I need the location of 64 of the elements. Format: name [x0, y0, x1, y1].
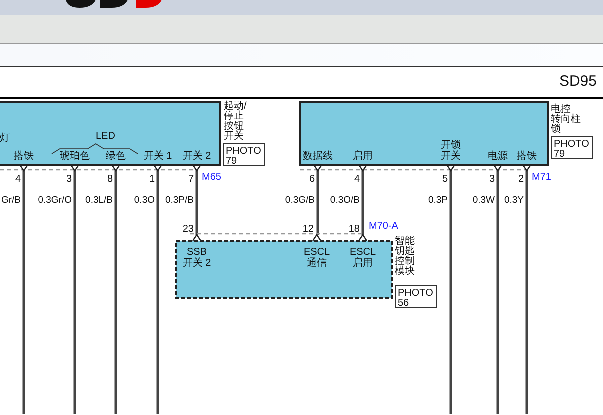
pin-marker: [522, 164, 532, 172]
wire-label: 0.3O: [134, 195, 155, 206]
pin-label: 开锁 开关: [441, 140, 461, 162]
group-label: LED: [96, 131, 116, 142]
pin-marker: [314, 164, 322, 172]
pin-label: ESCL 通信: [304, 247, 330, 269]
pin-label: 电源: [488, 151, 508, 162]
pin-label: 搭铁: [14, 151, 34, 162]
pin-number: 7: [188, 174, 194, 185]
module-name: 电控 转向柱 锁: [551, 104, 581, 135]
pin-marker: [192, 164, 202, 172]
wire-label: 0.3W: [472, 195, 495, 206]
wire-label: 0.3G/B: [285, 195, 315, 206]
pin-marker: [70, 164, 80, 172]
pin-number: 18: [348, 224, 360, 235]
pin-number: 4: [354, 174, 360, 185]
wire-label: 0.3P/B: [165, 195, 194, 206]
pin-marker: [312, 234, 322, 242]
group-label: 灯: [0, 133, 10, 144]
pin-number: 8: [107, 174, 113, 185]
pin-marker: [446, 164, 456, 172]
pin-label: 搭铁: [517, 151, 537, 162]
pin-number: 3: [489, 174, 495, 185]
connector-id: M65: [202, 172, 222, 183]
module-name: 起动/ 停止 按钮 开关: [224, 101, 247, 142]
pin-label: 开关 1: [144, 151, 172, 162]
pin-label: 开关 2: [182, 151, 212, 162]
pin-label: 琥珀色: [60, 151, 90, 162]
pin-label: ESCL 启用: [350, 247, 376, 269]
wire-label: 0.3O/B: [330, 195, 360, 206]
module-name: 智能 钥匙 控制 模块: [395, 236, 415, 277]
pin-number: 2: [518, 174, 524, 185]
pin-number: 4: [15, 174, 21, 185]
wire-label: 0.3Y: [504, 195, 524, 206]
pin-marker: [154, 164, 162, 172]
pin-number: 6: [309, 174, 315, 185]
photo-ref: PHOTO 56: [396, 286, 438, 309]
diagram-code: SD95: [559, 72, 597, 92]
wire: [196, 170, 198, 235]
connector-id: M71: [532, 172, 552, 183]
pin-marker: [358, 234, 368, 242]
wire-label: 0.3P: [428, 195, 448, 206]
photo-ref: PHOTO 79: [224, 144, 266, 167]
pin-label: 数据线: [303, 151, 333, 162]
wire-label: 0.3Gr/O: [38, 195, 72, 206]
pin-label: SSB 开关 2: [182, 247, 212, 269]
photo-ref: PHOTO 79: [552, 136, 594, 160]
pin-number: 23: [182, 224, 194, 235]
pin-label: 绿色: [106, 151, 126, 162]
pin-number: 5: [442, 174, 448, 185]
pin-marker: [494, 164, 502, 172]
wire-label: Gr/B: [1, 195, 21, 206]
pin-marker: [192, 234, 202, 242]
connector-id: M70-A: [369, 221, 398, 232]
pin-number: 12: [302, 224, 314, 235]
pin-marker: [112, 164, 120, 172]
pin-number: 1: [149, 174, 155, 185]
pin-label: 启用: [353, 151, 373, 162]
pin-marker: [358, 164, 368, 172]
wire: [316, 170, 320, 235]
wire: [362, 170, 364, 235]
pin-marker: [20, 164, 28, 172]
pin-number: 3: [66, 174, 72, 185]
wire-label: 0.3L/B: [86, 195, 113, 206]
